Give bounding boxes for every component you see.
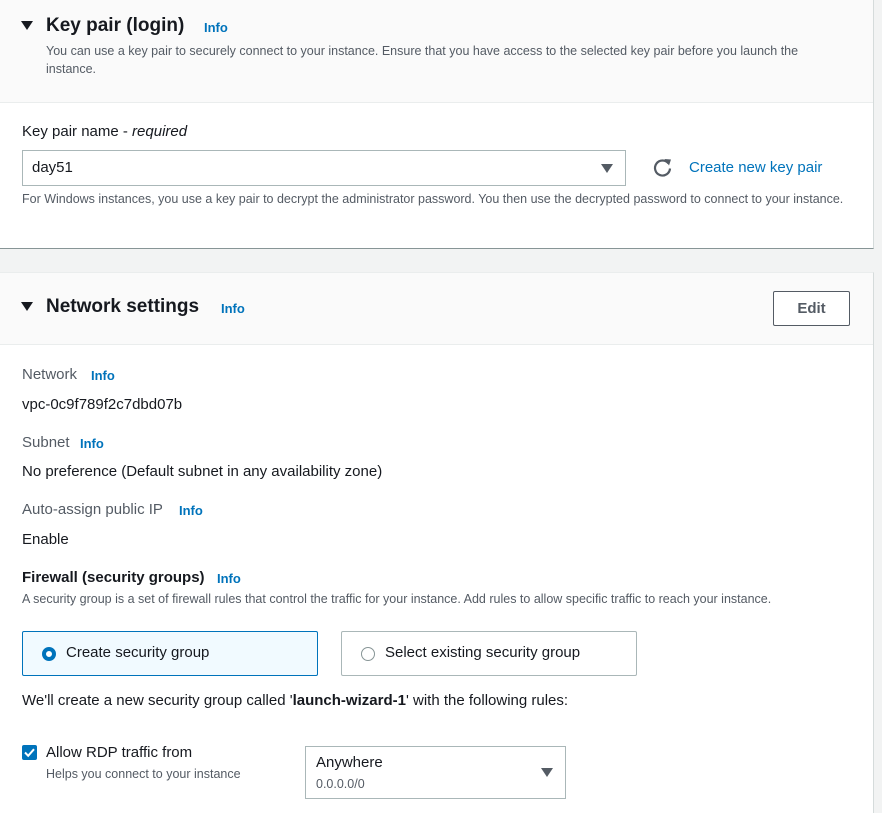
network-settings-header: Network settings Info Edit xyxy=(0,273,873,345)
subnet-value: No preference (Default subnet in any ava… xyxy=(22,463,383,480)
rdp-label[interactable]: Allow RDP traffic from xyxy=(46,744,192,761)
key-pair-description: You can use a key pair to securely conne… xyxy=(46,44,799,76)
rdp-source-select[interactable]: Anywhere 0.0.0.0/0 xyxy=(305,746,566,799)
key-pair-title[interactable]: Key pair (login) xyxy=(46,15,184,37)
required-marker: required xyxy=(132,123,188,140)
select-existing-security-group-option[interactable]: Select existing security group xyxy=(341,631,637,676)
radio-unselected-icon[interactable] xyxy=(361,647,375,661)
firewall-description: A security group is a set of firewall ru… xyxy=(22,592,772,606)
public-ip-info-link[interactable]: Info xyxy=(179,503,203,518)
subnet-label: Subnet xyxy=(22,434,70,451)
key-pair-name-label-text: Key pair name - xyxy=(22,123,133,140)
refresh-icon[interactable] xyxy=(652,157,673,178)
rdp-help: Helps you connect to your instance xyxy=(46,767,241,781)
note-suffix: ' with the following rules: xyxy=(405,692,569,709)
network-settings-info-link[interactable]: Info xyxy=(221,301,245,316)
create-security-group-label: Create security group xyxy=(66,644,210,661)
network-label: Network xyxy=(22,366,78,383)
rdp-source-value: Anywhere xyxy=(316,754,383,771)
key-pair-select[interactable]: day51 xyxy=(22,150,626,186)
caret-down-icon xyxy=(601,164,613,173)
key-pair-header: Key pair (login) Info You can use a key … xyxy=(0,0,873,103)
public-ip-label: Auto-assign public IP xyxy=(22,501,163,518)
firewall-info-link[interactable]: Info xyxy=(217,571,241,586)
rdp-cidr-value: 0.0.0.0/0 xyxy=(316,777,365,791)
network-value: vpc-0c9f789f2c7dbd07b xyxy=(22,396,183,413)
check-icon xyxy=(24,748,35,758)
key-pair-info-link[interactable]: Info xyxy=(204,20,228,35)
caret-down-icon[interactable] xyxy=(21,21,33,30)
network-settings-panel: Network settings Info Edit Network Info … xyxy=(0,272,874,813)
firewall-label: Firewall (security groups) xyxy=(22,569,205,586)
create-security-group-option[interactable]: Create security group xyxy=(22,631,318,676)
edit-button[interactable]: Edit xyxy=(773,291,850,326)
public-ip-value: Enable xyxy=(22,531,69,548)
key-pair-help-text: For Windows instances, you use a key pai… xyxy=(22,192,844,206)
radio-selected-icon[interactable] xyxy=(42,647,56,661)
subnet-info-link[interactable]: Info xyxy=(80,436,104,451)
caret-down-icon[interactable] xyxy=(21,302,33,311)
key-pair-panel: Key pair (login) Info You can use a key … xyxy=(0,0,874,249)
rdp-checkbox[interactable] xyxy=(22,745,37,760)
key-pair-name-label: Key pair name - required xyxy=(22,123,187,140)
security-group-note: We'll create a new security group called… xyxy=(22,692,568,709)
note-prefix: We'll create a new security group called… xyxy=(22,692,293,709)
network-settings-title[interactable]: Network settings xyxy=(46,296,199,318)
create-key-pair-link[interactable]: Create new key pair xyxy=(689,159,822,176)
network-info-link[interactable]: Info xyxy=(91,368,115,383)
security-group-name: launch-wizard-1 xyxy=(292,692,406,709)
key-pair-selected-value: day51 xyxy=(32,159,73,176)
select-existing-security-group-label: Select existing security group xyxy=(385,644,581,661)
caret-down-icon xyxy=(541,768,553,777)
